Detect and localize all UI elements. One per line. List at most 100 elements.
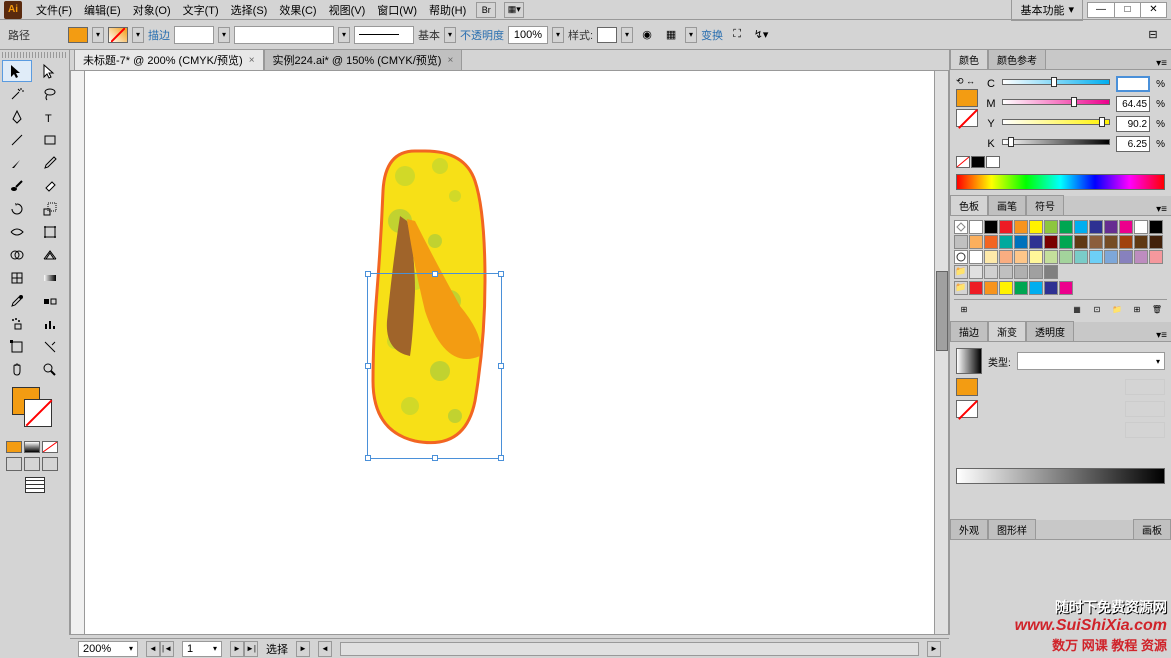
stroke-swatch[interactable] bbox=[108, 27, 128, 43]
yellow-input[interactable] bbox=[1116, 116, 1150, 132]
swatch-cell[interactable] bbox=[984, 250, 998, 264]
free-transform-tool[interactable] bbox=[35, 221, 65, 243]
gradient-preview[interactable] bbox=[956, 348, 982, 374]
swatch-cell[interactable] bbox=[1059, 220, 1073, 234]
swatch-cell[interactable] bbox=[1134, 250, 1148, 264]
panel-stroke-swatch[interactable] bbox=[956, 109, 978, 127]
swatch-cell[interactable] bbox=[1089, 250, 1103, 264]
swatch-cell[interactable] bbox=[1089, 235, 1103, 249]
draw-behind[interactable] bbox=[24, 457, 40, 471]
resize-handle[interactable] bbox=[365, 455, 371, 461]
blob-brush-tool[interactable] bbox=[2, 175, 32, 197]
swatch-cell[interactable] bbox=[1044, 250, 1058, 264]
fill-stroke-indicator[interactable] bbox=[2, 387, 67, 439]
swatch-cell[interactable] bbox=[1014, 220, 1028, 234]
tab-color-guide[interactable]: 颜色参考 bbox=[988, 50, 1046, 69]
resize-handle[interactable] bbox=[365, 363, 371, 369]
gradient-fill-swatch[interactable] bbox=[956, 378, 978, 396]
swatch-cell[interactable] bbox=[1029, 235, 1043, 249]
swatch-cell[interactable] bbox=[1059, 235, 1073, 249]
gradient-type-dropdown[interactable] bbox=[1017, 352, 1165, 370]
swatch-cell[interactable] bbox=[1074, 250, 1088, 264]
panel-menu-icon[interactable]: ▾≡ bbox=[1152, 204, 1171, 215]
resize-handle[interactable] bbox=[432, 271, 438, 277]
swatch-cell[interactable] bbox=[1119, 220, 1133, 234]
stroke-weight-input[interactable] bbox=[174, 26, 214, 44]
gradient-angle[interactable] bbox=[1125, 379, 1165, 395]
swatch-cell[interactable] bbox=[1044, 265, 1058, 279]
tab-swatches[interactable]: 色板 bbox=[950, 195, 988, 215]
tab-symbols[interactable]: 符号 bbox=[1026, 195, 1064, 215]
color-spectrum[interactable] bbox=[956, 174, 1165, 190]
scrollbar-thumb[interactable] bbox=[936, 271, 948, 351]
vertical-scrollbar[interactable] bbox=[934, 71, 948, 634]
none-swatch[interactable] bbox=[954, 250, 968, 264]
swatch-group[interactable]: 📁 bbox=[954, 265, 968, 279]
magenta-slider[interactable] bbox=[1002, 99, 1110, 109]
eraser-tool[interactable] bbox=[35, 175, 65, 197]
shape-builder-tool[interactable] bbox=[2, 244, 32, 266]
swatch-cell[interactable] bbox=[969, 220, 983, 234]
swatch-cell[interactable] bbox=[999, 265, 1013, 279]
swatch-cell[interactable] bbox=[1074, 220, 1088, 234]
swatch-cell[interactable] bbox=[1104, 220, 1118, 234]
pen-tool[interactable] bbox=[2, 106, 32, 128]
artboard-tool[interactable] bbox=[2, 336, 32, 358]
isolate-icon[interactable]: ⛶ bbox=[727, 26, 747, 44]
swatch-cell[interactable] bbox=[1149, 250, 1163, 264]
cyan-input[interactable] bbox=[1116, 76, 1150, 92]
swatch-cell[interactable] bbox=[969, 265, 983, 279]
menu-select[interactable]: 选择(S) bbox=[225, 0, 274, 20]
close-tab-icon[interactable]: × bbox=[249, 55, 255, 66]
swatch-cell[interactable] bbox=[969, 250, 983, 264]
swatch-cell[interactable] bbox=[1044, 235, 1058, 249]
swatch-cell[interactable] bbox=[999, 220, 1013, 234]
type-tool[interactable]: T bbox=[35, 106, 65, 128]
cyan-slider[interactable] bbox=[1002, 79, 1110, 89]
registration-swatch[interactable] bbox=[954, 220, 968, 234]
swatch-cell[interactable] bbox=[1014, 265, 1028, 279]
gradient-ramp[interactable] bbox=[956, 468, 1165, 484]
perspective-grid-tool[interactable] bbox=[35, 244, 65, 266]
magenta-input[interactable] bbox=[1116, 96, 1150, 112]
tab-transparency[interactable]: 透明度 bbox=[1026, 321, 1074, 341]
panel-menu-icon[interactable]: ▾≡ bbox=[1152, 330, 1171, 341]
line-tool[interactable] bbox=[2, 129, 32, 151]
tab-gradient[interactable]: 渐变 bbox=[988, 321, 1026, 341]
zoom-tool[interactable] bbox=[35, 359, 65, 381]
swatch-cell[interactable] bbox=[1029, 281, 1043, 295]
swatch-cell[interactable] bbox=[999, 281, 1013, 295]
minimize-button[interactable]: — bbox=[1088, 3, 1114, 17]
tab-brushes[interactable]: 画笔 bbox=[988, 195, 1026, 215]
prev-artboard[interactable]: ◄ bbox=[146, 641, 160, 657]
new-group-icon[interactable]: 📁 bbox=[1109, 302, 1125, 316]
panel-menu-icon[interactable]: ⊟ bbox=[1143, 26, 1163, 44]
tab-appearance[interactable]: 外观 bbox=[950, 519, 988, 539]
eyedropper-tool[interactable] bbox=[2, 290, 32, 312]
selection-bounding-box[interactable] bbox=[367, 273, 502, 459]
swatch-group[interactable]: 📁 bbox=[954, 281, 968, 295]
slice-tool[interactable] bbox=[35, 336, 65, 358]
stroke-color[interactable] bbox=[24, 399, 52, 427]
gradient-stroke-swatch[interactable] bbox=[956, 400, 978, 418]
artboard-number[interactable]: 1 bbox=[182, 641, 222, 657]
mesh-tool[interactable] bbox=[2, 267, 32, 289]
swatch-cell[interactable] bbox=[1059, 250, 1073, 264]
color-mode[interactable] bbox=[6, 441, 22, 453]
panel-menu-icon[interactable]: ▾≡ bbox=[1152, 58, 1171, 69]
swatch-cell[interactable] bbox=[969, 235, 983, 249]
transform-label[interactable]: 变换 bbox=[701, 27, 723, 43]
swatch-cell[interactable] bbox=[1014, 281, 1028, 295]
swatch-library-icon[interactable]: ⊞ bbox=[956, 302, 972, 316]
swatch-cell[interactable] bbox=[1119, 235, 1133, 249]
swatch-cell[interactable] bbox=[1149, 235, 1163, 249]
first-artboard[interactable]: |◄ bbox=[160, 641, 174, 657]
swatch-cell[interactable] bbox=[1074, 235, 1088, 249]
pencil-tool[interactable] bbox=[35, 152, 65, 174]
document-tab-1[interactable]: 未标题-7* @ 200% (CMYK/预览) × bbox=[74, 49, 264, 70]
delete-swatch-icon[interactable]: 🗑 bbox=[1149, 302, 1165, 316]
menu-help[interactable]: 帮助(H) bbox=[423, 0, 472, 20]
black-input[interactable] bbox=[1116, 136, 1150, 152]
maximize-button[interactable]: □ bbox=[1114, 3, 1140, 17]
swatch-cell[interactable] bbox=[1014, 250, 1028, 264]
